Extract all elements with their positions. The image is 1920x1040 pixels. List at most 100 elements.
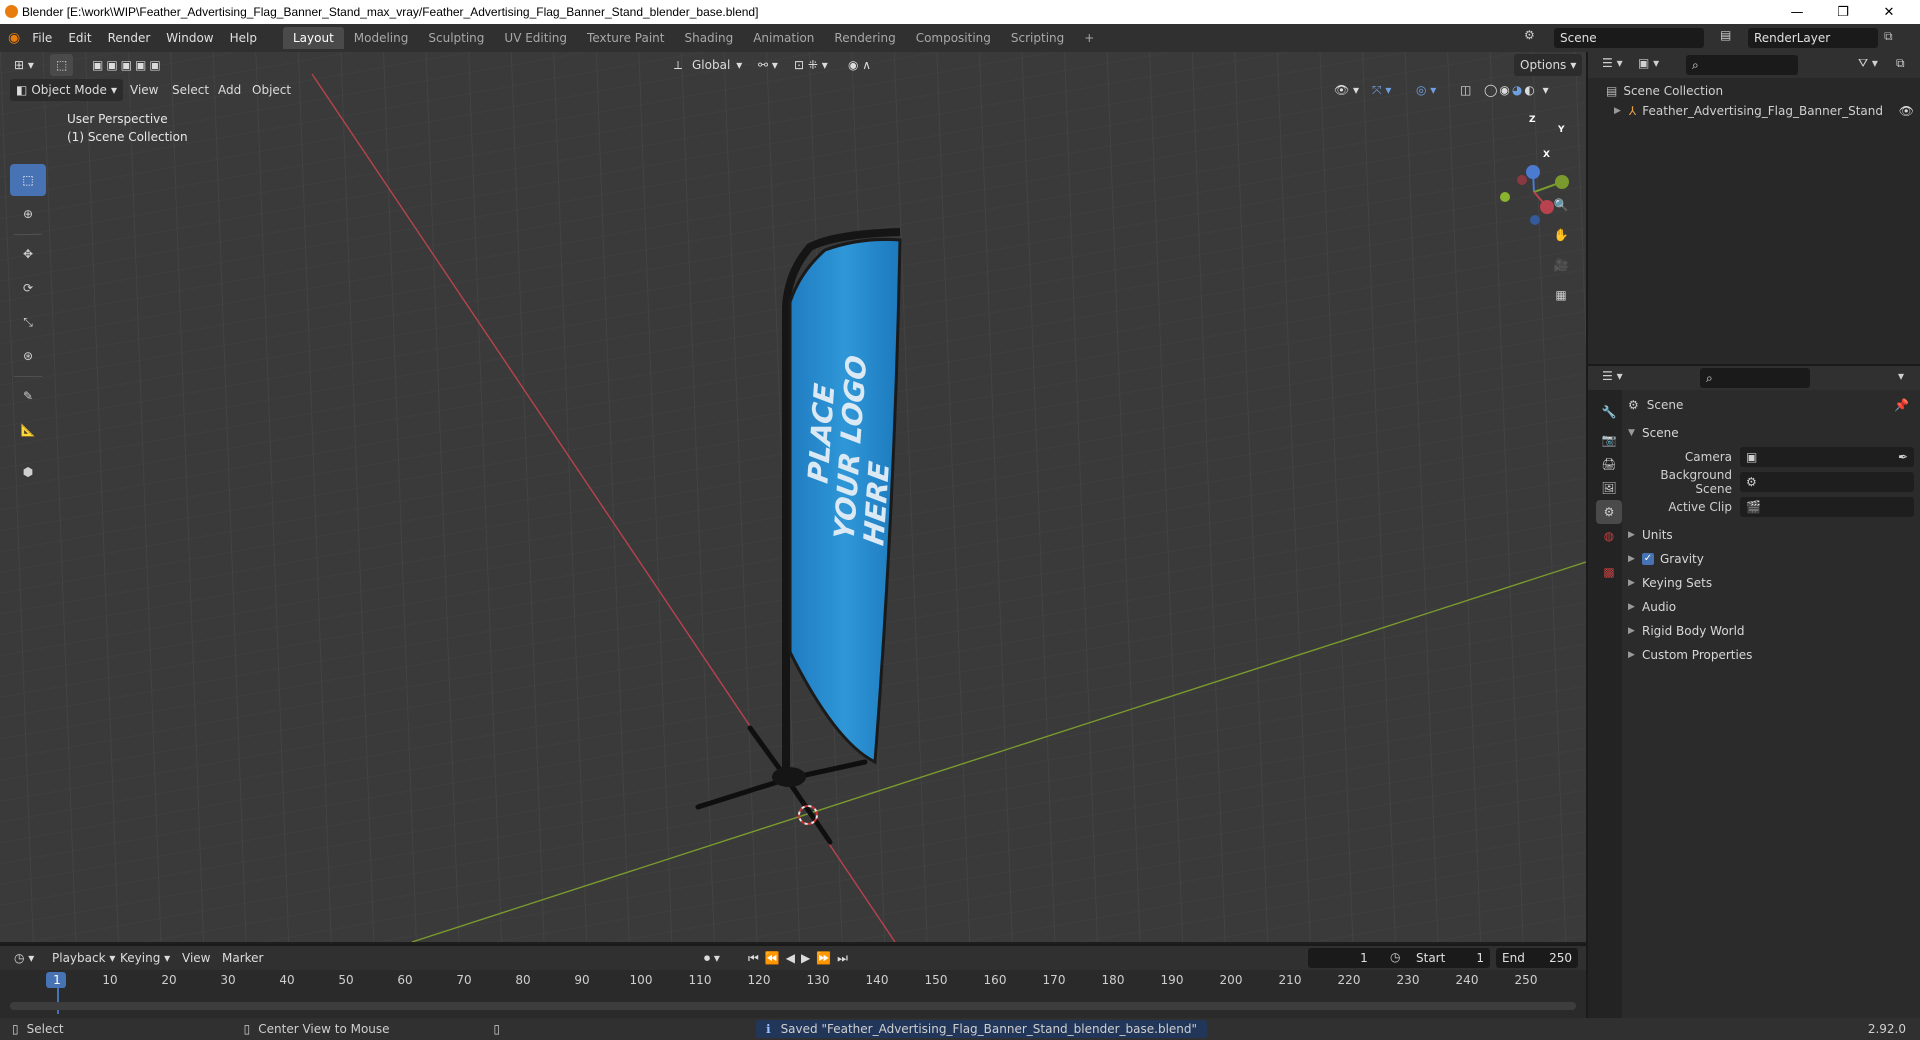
viewport-menu-object[interactable]: Object <box>246 79 297 101</box>
visibility-eye-icon[interactable]: 👁 <box>1899 104 1914 118</box>
tab-shading[interactable]: Shading <box>674 27 743 49</box>
pan-hand-icon[interactable]: ✋ <box>1548 222 1574 248</box>
snap-icon[interactable]: ⊡ ⁜ ▾ <box>788 54 834 76</box>
view-layer-tab-icon[interactable]: 🖼 <box>1596 476 1622 500</box>
3d-viewport[interactable]: PLACE YOUR LOGO HERE Z Y X ⊞ ▾ ⬚ ▣▣▣▣▣ ⟂… <box>0 52 1586 942</box>
annotate-tool[interactable]: ✎ <box>10 380 46 412</box>
timeline-scrollbar[interactable] <box>10 1002 1576 1010</box>
outliner-item[interactable]: ▶ ⅄ Feather_Advertising_Flag_Banner_Stan… <box>1614 104 1914 118</box>
rotate-tool[interactable]: ⟳ <box>10 272 46 304</box>
mode-dropdown[interactable]: ◧ Object Mode ▾ <box>10 79 123 101</box>
add-cube-tool[interactable]: ⬢ <box>10 456 46 488</box>
new-collection-icon[interactable]: ⧉ <box>1896 56 1905 71</box>
tab-modeling[interactable]: Modeling <box>344 27 419 49</box>
background-scene-field[interactable]: ⚙ <box>1740 472 1914 492</box>
camera-field[interactable]: ▣ ✒ <box>1740 447 1914 467</box>
scale-tool[interactable]: ⤡ <box>10 306 46 338</box>
filter-icon[interactable]: ⛛ ▾ <box>1858 56 1878 71</box>
select-tool-icon[interactable]: ⬚ <box>50 54 74 76</box>
gizmo-x-label[interactable]: X <box>1543 150 1550 160</box>
gizmo-y-label[interactable]: Y <box>1558 125 1565 135</box>
zoom-icon[interactable]: 🔍 <box>1548 192 1574 218</box>
timeline-ruler[interactable]: 1 10 20 30 40 50 60 70 80 90 100 110 120… <box>0 970 1586 1018</box>
orientation-dropdown[interactable]: Global ▾ <box>686 54 748 76</box>
outliner-editor-icon[interactable]: ☰ ▾ <box>1602 56 1623 70</box>
timeline-menu-keying[interactable]: Keying ▾ <box>114 947 176 969</box>
select-box-tool[interactable]: ⬚ <box>10 164 46 196</box>
custom-properties-panel[interactable]: ▶ Custom Properties <box>1628 644 1752 666</box>
eyedropper-icon[interactable]: ✒ <box>1898 450 1908 464</box>
outliner-search-input[interactable]: ⌕ <box>1686 55 1798 75</box>
gizmo-z-label[interactable]: Z <box>1529 115 1536 125</box>
transform-tool[interactable]: ⊛ <box>10 340 46 372</box>
timeline-menu-playback[interactable]: Playback ▾ <box>46 947 121 969</box>
properties-search-input[interactable]: ⌕ <box>1700 368 1810 388</box>
gizmo-toggle-icon[interactable]: ⤧ ▾ <box>1366 79 1397 101</box>
proportional-edit-icon[interactable]: ◉ ∧ <box>842 54 877 76</box>
editor-type-icon[interactable]: ⊞ ▾ <box>8 54 40 76</box>
menu-help[interactable]: Help <box>222 31 265 45</box>
preview-range-icon[interactable]: ◷ <box>1390 950 1400 964</box>
viewport-menu-add[interactable]: Add <box>212 79 247 101</box>
end-frame-field[interactable]: End 250 <box>1496 948 1578 968</box>
blender-menu-icon[interactable]: ◉ <box>8 30 20 46</box>
add-workspace-button[interactable]: + <box>1074 27 1104 49</box>
overlay-toggle-icon[interactable]: ◎ ▾ <box>1410 79 1442 101</box>
tool-tab-icon[interactable]: 🔧 <box>1596 400 1622 424</box>
copy-layer-icon[interactable]: ⧉ <box>1884 29 1893 44</box>
render-tab-icon[interactable]: 📷 <box>1596 428 1622 452</box>
viewport-menu-select[interactable]: Select <box>166 79 215 101</box>
maximize-button[interactable]: ❐ <box>1820 0 1866 24</box>
measure-tool[interactable]: 📐 <box>10 414 46 446</box>
timeline-editor-icon[interactable]: ◷ ▾ <box>8 947 40 969</box>
visibility-icon[interactable]: 👁 ▾ <box>1328 79 1365 101</box>
audio-panel[interactable]: ▶ Audio <box>1628 596 1676 618</box>
camera-view-icon[interactable]: 🎥 <box>1548 252 1574 278</box>
tab-layout[interactable]: Layout <box>282 27 344 49</box>
pivot-icon[interactable]: ⚯ ▾ <box>752 54 784 76</box>
close-button[interactable]: ✕ <box>1866 0 1912 24</box>
world-tab-icon[interactable]: ◍ <box>1596 524 1622 548</box>
tab-animation[interactable]: Animation <box>743 27 824 49</box>
auto-keying-icon[interactable]: ⏺ ▾ <box>698 947 726 969</box>
options-dropdown[interactable]: Options ▾ <box>1514 54 1583 76</box>
keying-sets-panel[interactable]: ▶ Keying Sets <box>1628 572 1712 594</box>
playback-controls[interactable]: ⏮⏪◀▶⏩⏭ <box>742 947 860 969</box>
menu-edit[interactable]: Edit <box>60 31 99 45</box>
render-layer-selector[interactable]: RenderLayer <box>1748 28 1878 48</box>
scene-tab-icon[interactable]: ⚙ <box>1596 500 1622 524</box>
tab-texture-paint[interactable]: Texture Paint <box>577 27 674 49</box>
timeline-menu-marker[interactable]: Marker <box>216 947 269 969</box>
shading-mode-icons[interactable]: ◯◉ ◕ ◐ ▾ <box>1478 79 1557 101</box>
properties-editor-icon[interactable]: ☰ ▾ <box>1602 369 1623 383</box>
tab-compositing[interactable]: Compositing <box>906 27 1001 49</box>
active-clip-field[interactable]: 🎬 <box>1740 497 1914 517</box>
expand-arrow-icon[interactable]: ▶ <box>1614 106 1621 116</box>
current-frame-field[interactable]: 1 <box>1308 948 1420 968</box>
cursor-tool[interactable]: ⊕ <box>10 198 46 230</box>
display-mode-icon[interactable]: ▣ ▾ <box>1638 56 1659 70</box>
viewport-menu-view[interactable]: View <box>124 79 164 101</box>
rigid-body-world-panel[interactable]: ▶ Rigid Body World <box>1628 620 1745 642</box>
tab-uv-editing[interactable]: UV Editing <box>494 27 577 49</box>
scene-section-header[interactable]: ▼ Scene <box>1628 422 1679 444</box>
properties-options-icon[interactable]: ▾ <box>1898 369 1904 383</box>
xray-icon[interactable]: ◫ <box>1454 79 1477 101</box>
tab-sculpting[interactable]: Sculpting <box>418 27 494 49</box>
menu-window[interactable]: Window <box>158 31 221 45</box>
gravity-checkbox[interactable]: ✓ <box>1642 553 1654 565</box>
perspective-toggle-icon[interactable]: ▦ <box>1548 282 1574 308</box>
units-panel[interactable]: ▶ Units <box>1628 524 1673 546</box>
tab-rendering[interactable]: Rendering <box>824 27 905 49</box>
tab-scripting[interactable]: Scripting <box>1001 27 1074 49</box>
outliner-root-row[interactable]: ▤ Scene Collection <box>1606 84 1723 98</box>
texture-tab-icon[interactable]: ▩ <box>1596 560 1622 584</box>
output-tab-icon[interactable]: 🖨 <box>1596 452 1622 476</box>
start-frame-field[interactable]: Start 1 <box>1410 948 1490 968</box>
menu-render[interactable]: Render <box>100 31 159 45</box>
gravity-panel[interactable]: ▶ ✓ Gravity <box>1628 548 1704 570</box>
menu-file[interactable]: File <box>24 31 60 45</box>
timeline-menu-view[interactable]: View <box>176 947 216 969</box>
scene-selector[interactable]: Scene <box>1554 28 1704 48</box>
minimize-button[interactable]: — <box>1774 0 1820 24</box>
